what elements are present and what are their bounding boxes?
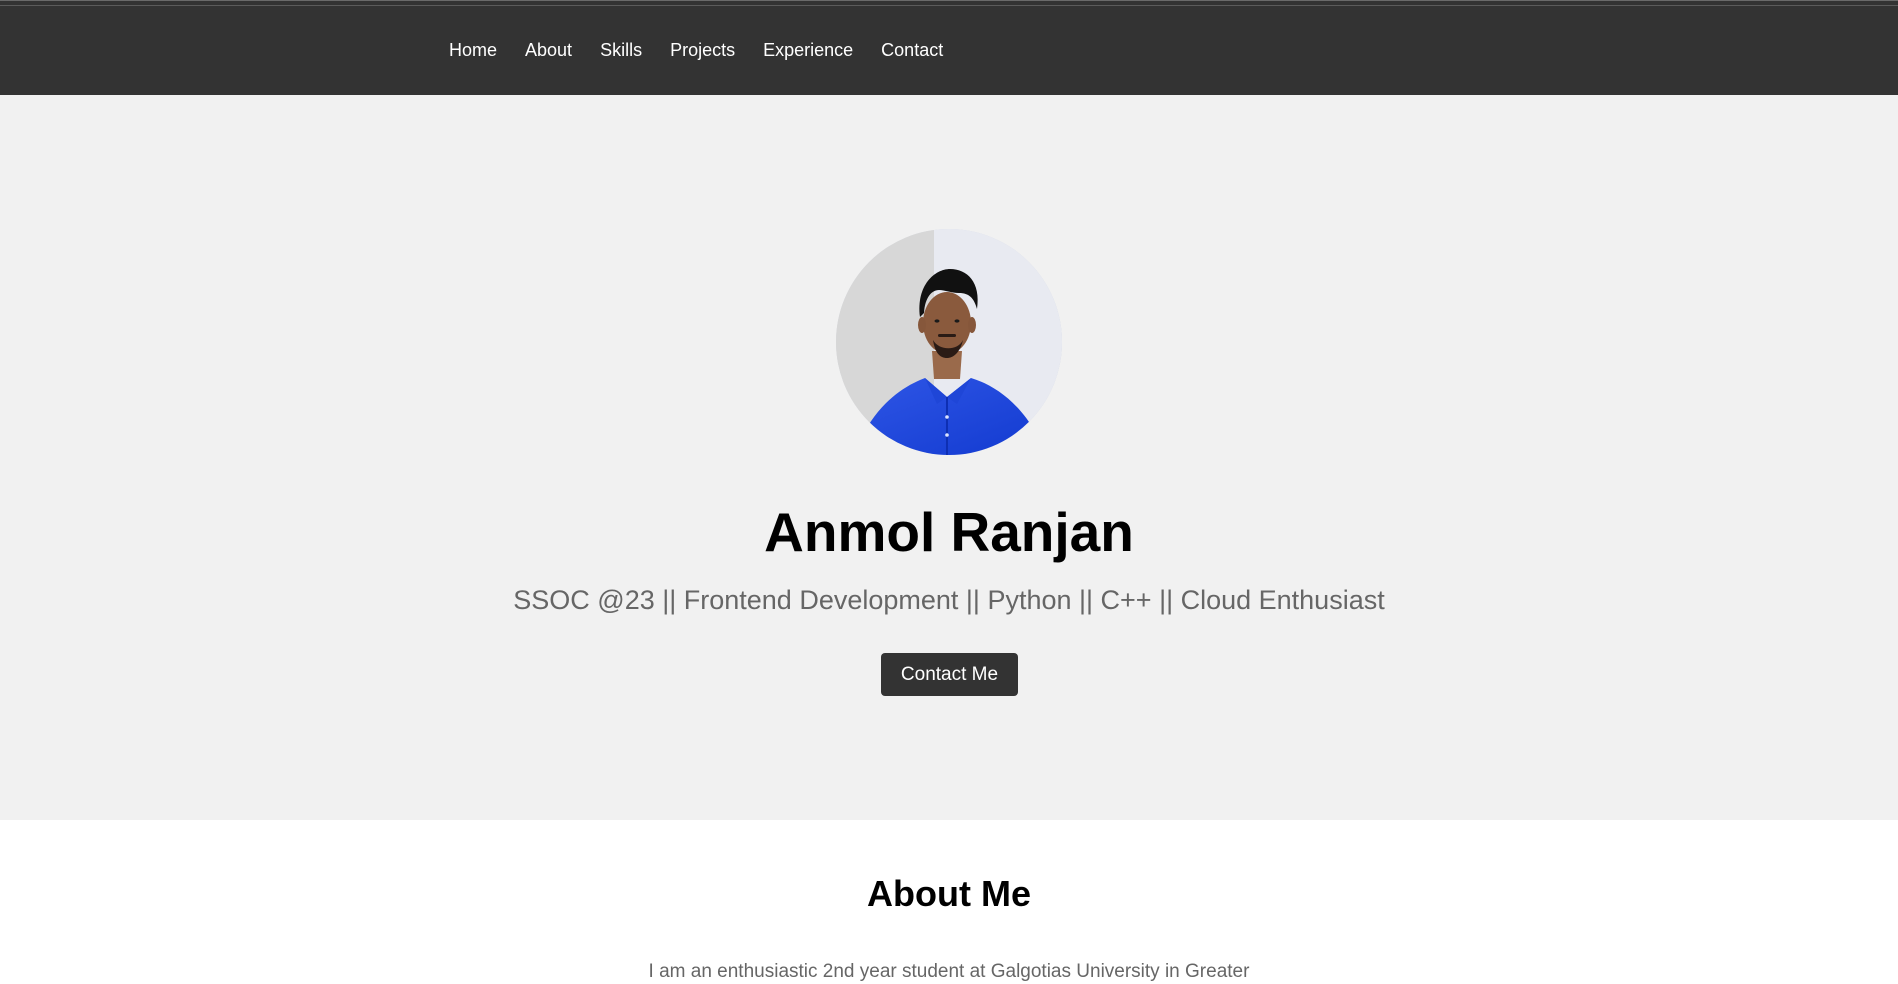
profile-avatar bbox=[836, 229, 1062, 455]
hero-name: Anmol Ranjan bbox=[764, 501, 1134, 563]
nav-link-experience[interactable]: Experience bbox=[763, 38, 853, 62]
nav-link-about[interactable]: About bbox=[525, 38, 572, 62]
about-title: About Me bbox=[867, 873, 1031, 914]
about-intro-text: I am an enthusiastic 2nd year student at… bbox=[648, 961, 1250, 982]
contact-me-button[interactable]: Contact Me bbox=[881, 653, 1018, 696]
nav-link-home[interactable]: Home bbox=[449, 38, 497, 62]
profile-photo-illustration bbox=[836, 229, 1062, 455]
nav-link-skills[interactable]: Skills bbox=[600, 38, 642, 62]
hero-section: Anmol Ranjan SSOC @23 || Frontend Develo… bbox=[0, 95, 1898, 820]
nav-link-contact[interactable]: Contact bbox=[881, 38, 943, 62]
about-section: About Me I am an enthusiastic 2nd year s… bbox=[0, 820, 1898, 982]
top-border-line bbox=[0, 5, 1898, 6]
main-nav: Home About Skills Projects Experience Co… bbox=[449, 38, 971, 62]
nav-link-projects[interactable]: Projects bbox=[670, 38, 735, 62]
hero-subtitle: SSOC @23 || Frontend Development || Pyth… bbox=[513, 585, 1385, 615]
top-navigation-bar: Home About Skills Projects Experience Co… bbox=[0, 0, 1898, 95]
